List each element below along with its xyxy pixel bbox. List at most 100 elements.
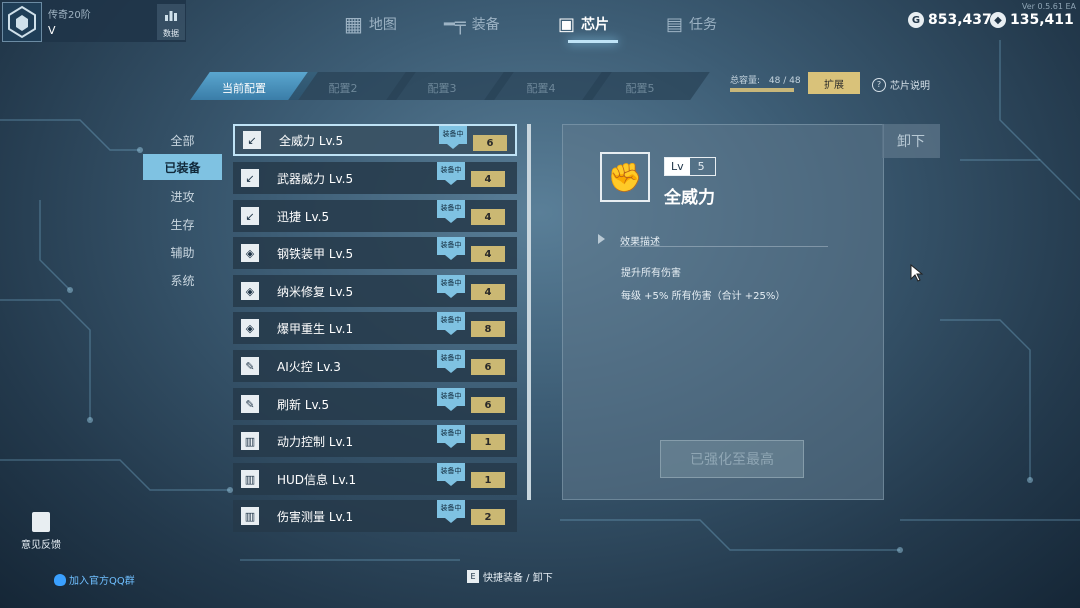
category-all[interactable]: 全部	[143, 127, 222, 153]
equipped-flag: 装备中	[439, 126, 467, 149]
feedback-button[interactable]: 意见反馈	[18, 512, 64, 551]
equipped-flag: 装备中	[437, 312, 465, 335]
player-profile[interactable]: 传奇20阶 V 数据	[0, 0, 186, 42]
chip-row[interactable]: ◈ 爆甲重生 Lv.1 装备中 8	[233, 312, 517, 344]
expand-button[interactable]: 扩展	[808, 72, 860, 94]
chip-icon: ▣	[558, 13, 576, 35]
chip-name: 武器威力 Lv.5	[277, 171, 354, 186]
chip-row[interactable]: ▥ HUD信息 Lv.1 装备中 1	[233, 463, 517, 495]
chip-name: 钢铁装甲 Lv.5	[277, 246, 354, 261]
task-icon: ▤	[666, 13, 684, 35]
chip-cost: 8	[471, 321, 505, 337]
chip-help-button[interactable]: ? 芯片说明	[872, 77, 930, 92]
feedback-label: 意见反馈	[21, 540, 61, 551]
category-attack[interactable]: 进攻	[143, 183, 222, 209]
chip-row[interactable]: ▥ 伤害测量 Lv.1 装备中 2	[233, 500, 517, 532]
survival-chip-icon: ◈	[237, 278, 263, 304]
max-upgraded-button: 已强化至最高	[660, 440, 804, 478]
section-arrow-icon	[598, 234, 605, 244]
mouse-cursor-icon	[910, 264, 924, 282]
nav-label-task: 任务	[689, 17, 718, 33]
join-qq-group-link[interactable]: 加入官方QQ群	[54, 572, 135, 587]
support-chip-icon: ✎	[237, 353, 263, 379]
chip-row[interactable]: ▥ 动力控制 Lv.1 装备中 1	[233, 425, 517, 457]
gold-amount: 853,437	[928, 12, 992, 28]
chip-cost: 1	[471, 434, 505, 450]
survival-chip-icon: ◈	[237, 315, 263, 341]
nav-label-equipment: 装备	[471, 17, 500, 33]
chip-level-badge: Lv 5	[664, 157, 716, 176]
unload-button[interactable]: 卸下	[882, 124, 940, 158]
nav-tab-map[interactable]: ▦ 地图	[344, 10, 397, 38]
qq-label: 加入官方QQ群	[69, 576, 135, 587]
shortcut-hint: E 快捷装备 / 卸下	[467, 569, 553, 584]
gold-currency: G 853,437	[908, 12, 992, 28]
chip-name: 刷新 Lv.5	[277, 397, 330, 412]
nav-tab-task[interactable]: ▤ 任务	[666, 10, 717, 38]
attack-chip-icon: ↙	[237, 203, 263, 229]
level-label: Lv	[665, 158, 690, 175]
category-support[interactable]: 辅助	[143, 239, 222, 265]
config-label-5: 配置5	[625, 82, 655, 95]
category-survival[interactable]: 生存	[143, 211, 222, 237]
equipped-flag: 装备中	[437, 237, 465, 260]
chip-row[interactable]: ↙ 迅捷 Lv.5 装备中 4	[233, 200, 517, 232]
player-rank: 传奇20阶	[48, 10, 91, 21]
question-icon: ?	[872, 77, 886, 92]
chip-row[interactable]: ◈ 钢铁装甲 Lv.5 装备中 4	[233, 237, 517, 269]
section-divider	[620, 246, 828, 247]
effect-description: 提升所有伤害	[621, 268, 681, 279]
chip-row[interactable]: ✎ AI火控 Lv.3 装备中 6	[233, 350, 517, 382]
shortcut-label: 快捷装备 / 卸下	[483, 573, 553, 584]
chip-name: 爆甲重生 Lv.1	[277, 321, 354, 336]
fist-icon: ✊	[600, 152, 650, 202]
chip-row[interactable]: ✎ 刷新 Lv.5 装备中 6	[233, 388, 517, 420]
system-chip-icon: ▥	[237, 428, 263, 454]
chip-row[interactable]: ◈ 纳米修复 Lv.5 装备中 4	[233, 275, 517, 307]
rank-emblem-icon	[2, 2, 42, 42]
system-chip-icon: ▥	[237, 503, 263, 529]
chip-list-scrollbar[interactable]	[527, 124, 531, 500]
level-value: 5	[697, 160, 705, 173]
data-label: 数据	[163, 29, 179, 38]
chip-row[interactable]: ↙ 武器威力 Lv.5 装备中 4	[233, 162, 517, 194]
chip-cost: 6	[471, 397, 505, 413]
chip-cost: 4	[471, 209, 505, 225]
config-label-current: 当前配置	[222, 82, 266, 95]
equipped-flag: 装备中	[437, 388, 465, 411]
capacity-value: 48 / 48	[768, 76, 801, 86]
capacity-bar	[730, 88, 794, 92]
crystal-currency: ◆ 135,411	[990, 12, 1074, 28]
player-name: V	[48, 24, 56, 37]
equipped-flag: 装备中	[437, 275, 465, 298]
support-chip-icon: ✎	[237, 391, 263, 417]
config-label-3: 配置3	[427, 82, 457, 95]
chip-name: 全威力 Lv.5	[279, 133, 344, 148]
chip-cost: 4	[471, 171, 505, 187]
data-button[interactable]: 数据	[157, 4, 185, 40]
chip-name: 动力控制 Lv.1	[277, 434, 354, 449]
nav-label-map: 地图	[368, 17, 397, 33]
version-label: Ver 0.5.61 EA	[1021, 2, 1076, 11]
chip-cost: 4	[471, 246, 505, 262]
clipboard-icon	[32, 512, 50, 532]
gold-coin-icon: G	[908, 12, 924, 28]
chip-cost: 6	[471, 359, 505, 375]
chip-name: AI火控 Lv.3	[277, 359, 341, 374]
bar-chart-icon	[165, 11, 177, 21]
chip-name: HUD信息 Lv.1	[277, 472, 357, 487]
chip-help-label: 芯片说明	[890, 81, 930, 92]
survival-chip-icon: ◈	[237, 240, 263, 266]
equipped-flag: 装备中	[437, 200, 465, 223]
attack-chip-icon: ↙	[239, 127, 265, 153]
chip-name: 迅捷 Lv.5	[277, 209, 330, 224]
nav-tab-chip[interactable]: ▣ 芯片	[558, 10, 609, 38]
system-chip-icon: ▥	[237, 466, 263, 492]
chip-cost: 6	[473, 135, 507, 151]
category-equipped[interactable]: 已装备	[143, 154, 222, 180]
category-system[interactable]: 系统	[143, 267, 222, 293]
chip-row[interactable]: ↙ 全威力 Lv.5 装备中 6	[233, 124, 517, 156]
equipped-flag: 装备中	[437, 463, 465, 486]
chip-cost: 4	[471, 284, 505, 300]
nav-tab-equipment[interactable]: ━╤ 装备	[444, 10, 500, 38]
